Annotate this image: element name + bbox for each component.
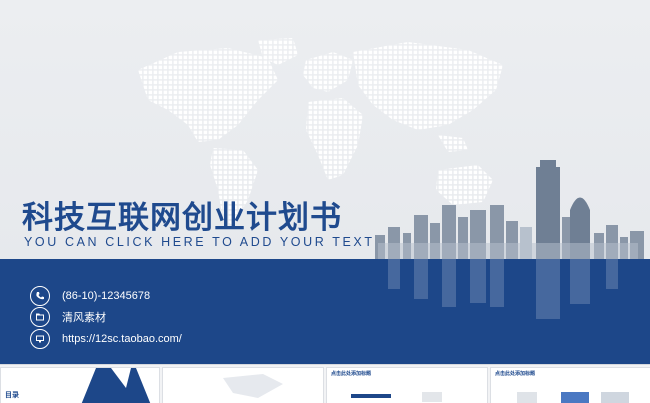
folder-icon: [30, 307, 50, 327]
thumbnail-1-graphic: [81, 368, 151, 403]
slide-thumbnail-2[interactable]: [162, 367, 324, 403]
thumbnail-4-graphic: [517, 392, 629, 403]
phone-icon: [30, 286, 50, 306]
contact-name-text[interactable]: 清风素材: [62, 309, 106, 325]
monitor-icon: [30, 329, 50, 349]
contact-website-text[interactable]: https://12sc.taobao.com/: [62, 333, 182, 345]
thumbnail-3-graphic: [351, 392, 442, 402]
slide-subtitle[interactable]: YOU CAN CLICK HERE TO ADD YOUR TEXT: [24, 235, 375, 249]
slide-thumbnail-3[interactable]: 点击此处添加标题: [326, 367, 488, 403]
slide-thumbnail-4[interactable]: 点击此处添加标题: [490, 367, 650, 403]
contact-name: 清风素材: [30, 307, 106, 327]
contact-phone-text[interactable]: (86-10)-12345678: [62, 290, 150, 302]
contact-website: https://12sc.taobao.com/: [30, 329, 182, 349]
slide-thumbnail-strip: 目录 点击此处添加标题 点击此处添加标题: [0, 364, 650, 403]
thumbnail-1-label: 目录: [5, 391, 19, 399]
skyline-reflection: [388, 259, 618, 319]
city-skyline: [375, 160, 644, 260]
contact-band: (86-10)-12345678 清风素材 https://12sc.taoba…: [0, 259, 650, 364]
slide-thumbnail-1[interactable]: 目录: [0, 367, 160, 403]
contact-phone: (86-10)-12345678: [30, 286, 150, 306]
slide-title[interactable]: 科技互联网创业计划书: [22, 192, 342, 237]
title-slide: 科技互联网创业计划书 YOU CAN CLICK HERE TO ADD YOU…: [0, 0, 650, 403]
thumbnail-2-graphic: [223, 374, 283, 398]
